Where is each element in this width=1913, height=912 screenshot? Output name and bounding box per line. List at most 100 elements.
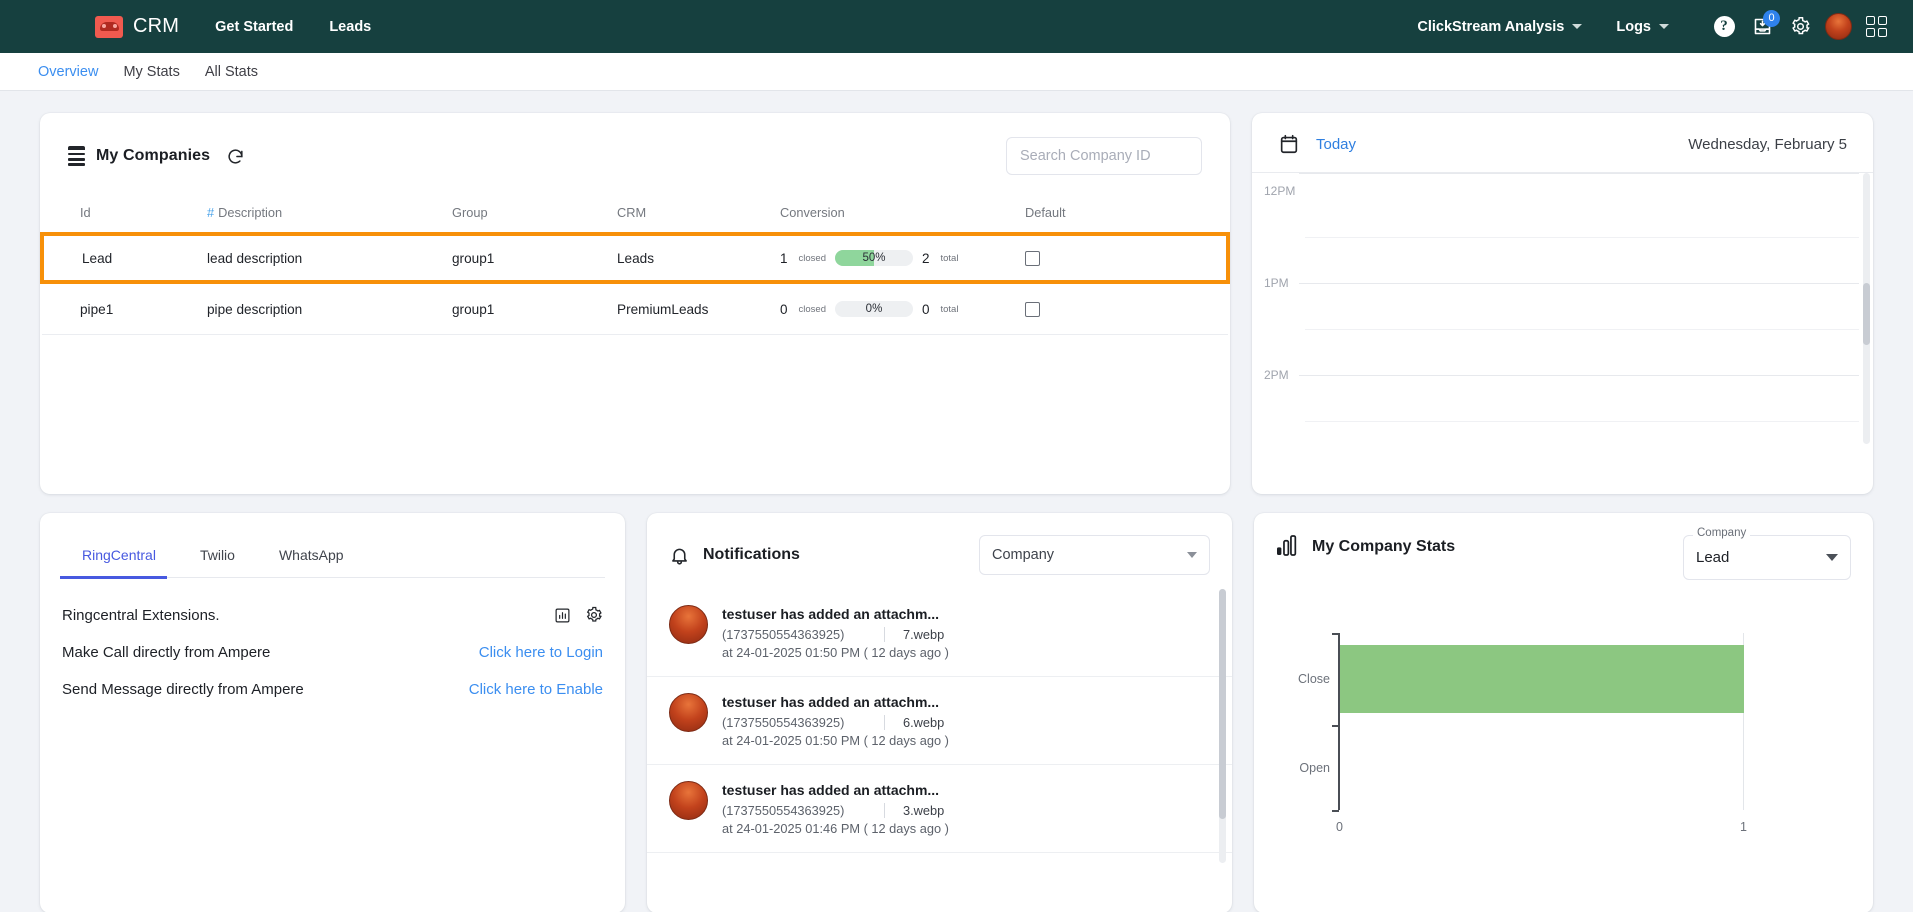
cell-group: group1 <box>452 282 617 335</box>
dashboard-top-row: My Companies Id #Description <box>40 113 1873 494</box>
conversion-progress-bar: 0% <box>834 301 913 317</box>
channel-tabs: RingCentral Twilio WhatsApp <box>40 513 625 577</box>
gear-icon[interactable] <box>585 606 603 624</box>
channels-body: Ringcentral Extensions. Make Call direct… <box>40 578 625 708</box>
column-header-group[interactable]: Group <box>452 195 617 235</box>
apps-grid-button[interactable] <box>1859 10 1893 44</box>
calendar-body[interactable]: 12PM 1PM 2PM <box>1252 172 1873 444</box>
chart-y-label: Close <box>1298 672 1330 686</box>
bell-icon <box>672 548 687 565</box>
table-row[interactable]: Lead lead description group1 Leads 1 clo… <box>40 232 1230 284</box>
calendar-scrollbar-thumb[interactable] <box>1863 283 1870 345</box>
notification-meta: (1737550554363925) 7.webp <box>722 627 1202 642</box>
chart-y-tick <box>1332 725 1339 727</box>
company-select[interactable]: Lead <box>1683 535 1851 580</box>
notification-time: at 24-01-2025 01:46 PM ( 12 days ago ) <box>722 821 949 836</box>
column-header-conversion[interactable]: Conversion <box>780 195 1025 235</box>
calendar-scrollbar[interactable] <box>1863 173 1870 444</box>
notifications-card: Notifications Company testuser has added… <box>647 513 1232 912</box>
make-call-row: Make Call directly from Ampere Click her… <box>62 634 603 671</box>
bar-chart-icon[interactable] <box>554 607 571 624</box>
column-header-default[interactable]: Default <box>1025 195 1228 235</box>
meta-divider <box>884 715 885 730</box>
chart-bar-close <box>1339 645 1744 713</box>
make-call-login-link[interactable]: Click here to Login <box>479 644 603 661</box>
company-stats-title: My Company Stats <box>1312 538 1456 555</box>
crm-logo-icon <box>95 15 123 38</box>
channel-active-tab-indicator <box>60 576 167 579</box>
list-item[interactable]: testuser has added an attachm... (173755… <box>647 677 1232 765</box>
chart-y-tick <box>1332 633 1339 635</box>
list-item[interactable]: testuser has added an attachm... (173755… <box>647 589 1232 677</box>
column-header-description-label: Description <box>218 205 283 220</box>
calendar-today-link[interactable]: Today <box>1316 136 1356 153</box>
default-checkbox[interactable] <box>1025 250 1040 266</box>
user-avatar-button[interactable] <box>1821 10 1855 44</box>
closed-label: closed <box>798 303 826 315</box>
cell-description: lead description <box>207 232 452 284</box>
notifications-list[interactable]: testuser has added an attachm... (173755… <box>647 589 1232 863</box>
nav-link-get-started[interactable]: Get Started <box>215 19 293 35</box>
tab-all-stats[interactable]: All Stats <box>205 64 258 80</box>
inbox-button[interactable]: 0 <box>1745 9 1780 44</box>
tab-ringcentral[interactable]: RingCentral <box>60 539 178 577</box>
companies-table-head: Id # Description Group CRM Conversion Def… <box>42 195 1228 235</box>
channel-tabs-underline <box>60 576 605 579</box>
calendar-half-hour-line <box>1305 237 1859 238</box>
notification-time: at 24-01-2025 01:50 PM ( 12 days ago ) <box>722 645 949 660</box>
search-company-id-input[interactable] <box>1006 137 1202 175</box>
notifications-scrollbar[interactable] <box>1219 589 1226 863</box>
column-header-description[interactable]: # Description <box>207 195 452 235</box>
notifications-filter-select[interactable]: Company <box>979 535 1210 575</box>
tab-twilio[interactable]: Twilio <box>178 539 257 577</box>
dashboard-bottom-row: RingCentral Twilio WhatsApp Ringcentral … <box>40 513 1873 912</box>
calendar-card: Today Wednesday, February 5 12PM 1PM 2PM <box>1252 113 1873 494</box>
notification-id: (1737550554363925) <box>722 715 845 730</box>
nav-menu-clickstream-analysis-label: ClickStream Analysis <box>1417 18 1565 35</box>
table-row[interactable]: pipe1 pipe description group1 PremiumLea… <box>42 282 1228 335</box>
cell-group: group1 <box>452 232 617 284</box>
total-count: 2 <box>921 250 930 266</box>
company-select-wrapper: Company Lead <box>1683 527 1851 580</box>
conversion-group: 0 closed 0% 0 total <box>780 301 1025 317</box>
tab-overview[interactable]: Overview <box>38 64 98 80</box>
calendar-half-hour-line <box>1305 421 1859 422</box>
avatar <box>669 605 708 644</box>
list-item[interactable]: testuser has added an attachm... (173755… <box>647 765 1232 853</box>
top-navigation-right: ClickStream Analysis Logs ? 0 <box>1417 9 1893 44</box>
help-button[interactable]: ? <box>1707 10 1741 44</box>
conversion-percent-label: 50% <box>862 252 886 264</box>
ringcentral-action-icons <box>554 606 603 624</box>
page-content: My Companies Id #Description <box>0 91 1913 912</box>
notifications-scrollbar-thumb[interactable] <box>1219 589 1226 819</box>
nav-menu-logs[interactable]: Logs <box>1616 19 1669 35</box>
closed-count: 0 <box>780 301 788 317</box>
inbox-badge-count: 0 <box>1763 9 1780 27</box>
calendar-hour-label: 1PM <box>1264 276 1289 290</box>
notification-text: testuser has added an attachm... (173755… <box>722 605 1202 660</box>
company-stats-chart: Close Open 0 1 <box>1276 625 1851 840</box>
cell-conversion: 1 closed 50% 2 total <box>780 232 1025 284</box>
notification-message: testuser has added an attachm... <box>722 694 940 710</box>
list-lines-icon <box>68 146 85 166</box>
refresh-icon <box>228 148 243 164</box>
column-header-id[interactable]: Id <box>42 195 207 235</box>
tab-whatsapp[interactable]: WhatsApp <box>257 539 366 577</box>
tab-my-stats[interactable]: My Stats <box>123 64 179 80</box>
top-navigation-bar: CRM Get Started Leads ClickStream Analys… <box>0 0 1913 53</box>
conversion-group: 1 closed 50% 2 total <box>780 250 1025 266</box>
brand-logo-group[interactable]: CRM <box>95 15 179 38</box>
company-select-value: Lead <box>1696 549 1730 566</box>
settings-button[interactable] <box>1783 10 1817 44</box>
calendar-hour-line <box>1299 375 1859 376</box>
refresh-button[interactable] <box>226 147 245 166</box>
nav-menu-clickstream-analysis[interactable]: ClickStream Analysis <box>1417 18 1583 35</box>
chevron-down-icon <box>1826 554 1838 561</box>
send-message-enable-link[interactable]: Click here to Enable <box>469 681 603 698</box>
notification-message: testuser has added an attachm... <box>722 782 940 798</box>
conversion-progress-bar: 50% <box>834 250 913 266</box>
nav-link-leads[interactable]: Leads <box>329 19 371 35</box>
default-checkbox[interactable] <box>1025 301 1040 317</box>
notification-id: (1737550554363925) <box>722 803 845 818</box>
column-header-crm[interactable]: CRM <box>617 195 780 235</box>
